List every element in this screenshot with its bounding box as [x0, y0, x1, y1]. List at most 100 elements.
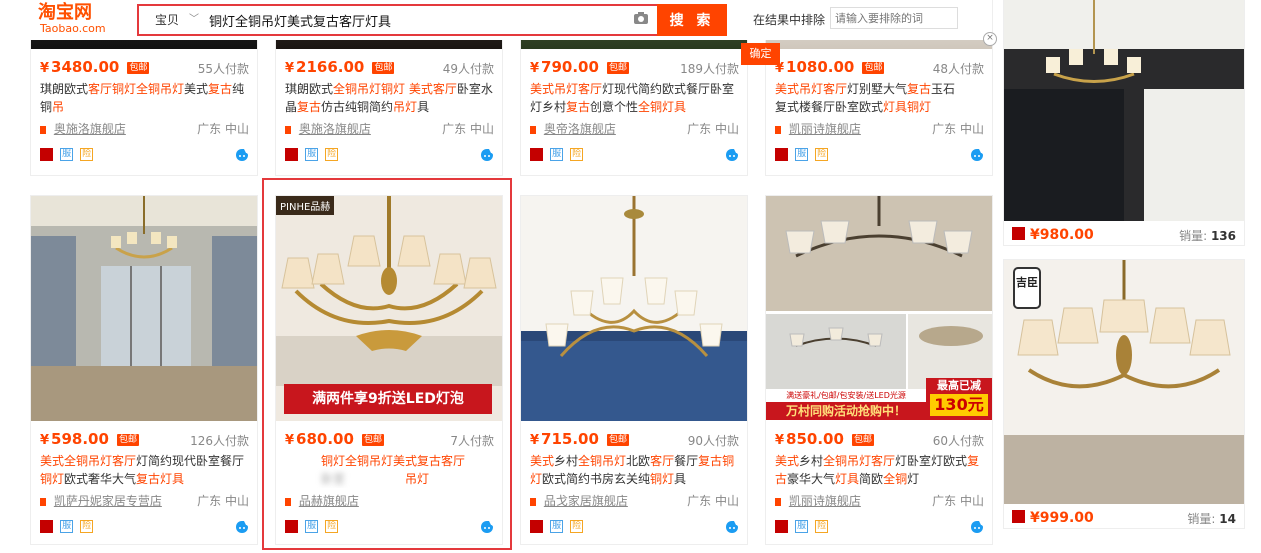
- wangwang-chat-icon[interactable]: [970, 520, 984, 534]
- product-title[interactable]: 美式乡村全铜吊灯北欧客厅餐厅复古铜 灯欧式简约书房玄关纯铜灯具: [530, 452, 739, 488]
- product-card[interactable]: 满送豪礼/包邮/包安装/送LED光源 万村同购活动抢购中！ 最高已减 130元 …: [765, 195, 993, 545]
- tmall-icon: [1012, 227, 1025, 240]
- product-title[interactable]: 美式吊灯客厅灯现代简约欧式餐厅卧室 灯乡村复古创意个性全铜灯具: [530, 80, 739, 116]
- chandelier-photo: [521, 196, 747, 421]
- tmall-icon[interactable]: [775, 520, 788, 533]
- title-segment: 简欧: [859, 472, 884, 486]
- product-image[interactable]: 满送豪礼/包邮/包安装/送LED光源 万村同购活动抢购中！ 最高已减 130元: [766, 196, 992, 421]
- product-title[interactable]: 铜灯全铜吊灯美式复古客厅 卧室 吊灯: [285, 452, 494, 488]
- wangwang-chat-icon[interactable]: [235, 520, 249, 534]
- title-segment: 全铜: [883, 472, 908, 486]
- service-fu-icon[interactable]: 服: [60, 148, 74, 161]
- shop-name[interactable]: 凯萨丹妮家居专营店: [54, 494, 162, 508]
- shop-name[interactable]: 凯丽诗旗舰店: [789, 122, 861, 136]
- free-shipping-badge: 包邮: [862, 62, 885, 74]
- close-icon[interactable]: ×: [983, 32, 997, 46]
- product-price: ¥3480.00: [40, 58, 120, 76]
- search-input[interactable]: [205, 9, 635, 31]
- price-line: ¥715.00 包邮 90人付款: [530, 429, 739, 451]
- wangwang-chat-icon[interactable]: [725, 520, 739, 534]
- shop-name[interactable]: 品戈家居旗舰店: [544, 494, 628, 508]
- insurance-icon[interactable]: 险: [325, 520, 339, 533]
- exclude-input[interactable]: [830, 7, 958, 29]
- title-segment: 客厅铜灯全铜吊灯: [88, 82, 185, 96]
- product-image[interactable]: [31, 196, 257, 421]
- service-fu-icon[interactable]: 服: [305, 148, 319, 161]
- side-product-card[interactable]: 吉臣 ¥999.00 销量: 14: [1003, 259, 1245, 529]
- product-image[interactable]: [1004, 0, 1244, 221]
- service-badges: 服 险: [285, 148, 494, 164]
- insurance-icon[interactable]: 险: [815, 148, 829, 161]
- title-segment: 吊灯: [393, 100, 418, 114]
- tmall-icon: [1012, 510, 1025, 523]
- tmall-icon[interactable]: [530, 148, 543, 161]
- product-card[interactable]: PINHE品赫 满两件享9折送LED灯泡 ¥680.00 包邮 7人付款 铜灯全…: [275, 195, 503, 545]
- title-segment: 晶: [285, 100, 298, 114]
- shop-name[interactable]: 奥帝洛旗舰店: [544, 122, 616, 136]
- search-button[interactable]: 搜 索: [657, 4, 727, 36]
- title-segment: 美式吊灯客厅: [775, 82, 848, 96]
- wangwang-chat-icon[interactable]: [970, 148, 984, 162]
- insurance-icon[interactable]: 险: [80, 148, 94, 161]
- title-segment: 灯简约现代卧室餐厅: [136, 454, 245, 468]
- product-title[interactable]: 美式全铜吊灯客厅灯简约现代卧室餐厅 铜灯欧式奢华大气复古灯具: [40, 452, 249, 488]
- wangwang-chat-icon[interactable]: [480, 520, 494, 534]
- service-fu-icon[interactable]: 服: [60, 520, 74, 533]
- tmall-icon[interactable]: [285, 520, 298, 533]
- service-badges: 服 险: [530, 520, 739, 536]
- product-title[interactable]: 美式吊灯客厅灯别墅大气复古玉石 复式楼餐厅卧室欧式灯具铜灯: [775, 80, 984, 116]
- tmall-icon[interactable]: [775, 148, 788, 161]
- product-image[interactable]: 吉臣: [1004, 260, 1244, 504]
- shop-line: 奥施洛旗舰店 广东 中山: [285, 120, 494, 140]
- title-segment: 玉石: [931, 82, 956, 96]
- search-category-select[interactable]: 宝贝 ﹀: [145, 10, 211, 30]
- shop-line: 凯萨丹妮家居专营店 广东 中山: [40, 492, 249, 512]
- promo-banner: 满两件享9折送LED灯泡: [284, 384, 492, 414]
- side-product-card[interactable]: ¥980.00 销量: 136: [1003, 0, 1245, 246]
- camera-icon[interactable]: [633, 11, 649, 25]
- location: 广东 中山: [442, 122, 494, 136]
- insurance-icon[interactable]: 险: [325, 148, 339, 161]
- product-card[interactable]: ¥715.00 包邮 90人付款 美式乡村全铜吊灯北欧客厅餐厅复古铜 灯欧式简约书…: [520, 195, 748, 545]
- service-fu-icon[interactable]: 服: [305, 520, 319, 533]
- service-fu-icon[interactable]: 服: [550, 520, 564, 533]
- shop-name[interactable]: 奥施洛旗舰店: [299, 122, 371, 136]
- title-segment: 灯具铜灯: [883, 100, 932, 114]
- product-card[interactable]: ¥598.00 包邮 126人付款 美式全铜吊灯客厅灯简约现代卧室餐厅 铜灯欧式奢…: [30, 195, 258, 545]
- tmall-icon[interactable]: [40, 148, 53, 161]
- title-segment: 欧式简约书房玄关纯: [542, 472, 651, 486]
- shop-icon: [285, 126, 291, 134]
- service-fu-icon[interactable]: 服: [795, 520, 809, 533]
- tmall-icon[interactable]: [285, 148, 298, 161]
- product-image[interactable]: [521, 196, 747, 421]
- product-price: ¥715.00: [530, 430, 599, 448]
- location: 广东 中山: [687, 122, 739, 136]
- product-price: ¥598.00: [40, 430, 109, 448]
- insurance-icon[interactable]: 险: [815, 520, 829, 533]
- confirm-button[interactable]: 确定: [741, 43, 780, 65]
- promo-banner-top: 满送豪礼/包邮/包安装/送LED光源: [766, 389, 926, 402]
- shop-name[interactable]: 奥施洛旗舰店: [54, 122, 126, 136]
- tmall-icon[interactable]: [530, 520, 543, 533]
- wangwang-chat-icon[interactable]: [480, 148, 494, 162]
- wangwang-chat-icon[interactable]: [235, 148, 249, 162]
- wangwang-chat-icon[interactable]: [725, 148, 739, 162]
- tmall-icon[interactable]: [40, 520, 53, 533]
- product-title[interactable]: 琪朗欧式客厅铜灯全铜吊灯美式复古纯铜吊灯美式餐厅卧室大气水晶灯具: [40, 80, 249, 116]
- title-segment: 美式: [184, 82, 209, 96]
- insurance-icon[interactable]: 险: [570, 520, 584, 533]
- discount-badge: 最高已减 130元: [926, 378, 992, 420]
- paid-count: 60人付款: [932, 434, 984, 448]
- service-fu-icon[interactable]: 服: [795, 148, 809, 161]
- taobao-logo[interactable]: 淘宝网 Taobao.com: [38, 3, 118, 37]
- insurance-icon[interactable]: 险: [570, 148, 584, 161]
- shop-name[interactable]: 凯丽诗旗舰店: [789, 494, 861, 508]
- product-title[interactable]: 美式乡村全铜吊灯客厅灯卧室灯欧式复 古豪华大气灯具简欧全铜灯: [775, 452, 984, 488]
- product-title[interactable]: 琪朗欧式全铜吊灯铜灯 美式客厅卧室水 晶复古仿古纯铜简约吊灯具: [285, 80, 494, 116]
- shop-icon: [40, 126, 46, 134]
- service-fu-icon[interactable]: 服: [550, 148, 564, 161]
- insurance-icon[interactable]: 险: [80, 520, 94, 533]
- product-image[interactable]: PINHE品赫 满两件享9折送LED灯泡: [276, 196, 502, 421]
- title-segment: 灯具: [835, 472, 860, 486]
- shop-name[interactable]: 品赫旗舰店: [299, 494, 359, 508]
